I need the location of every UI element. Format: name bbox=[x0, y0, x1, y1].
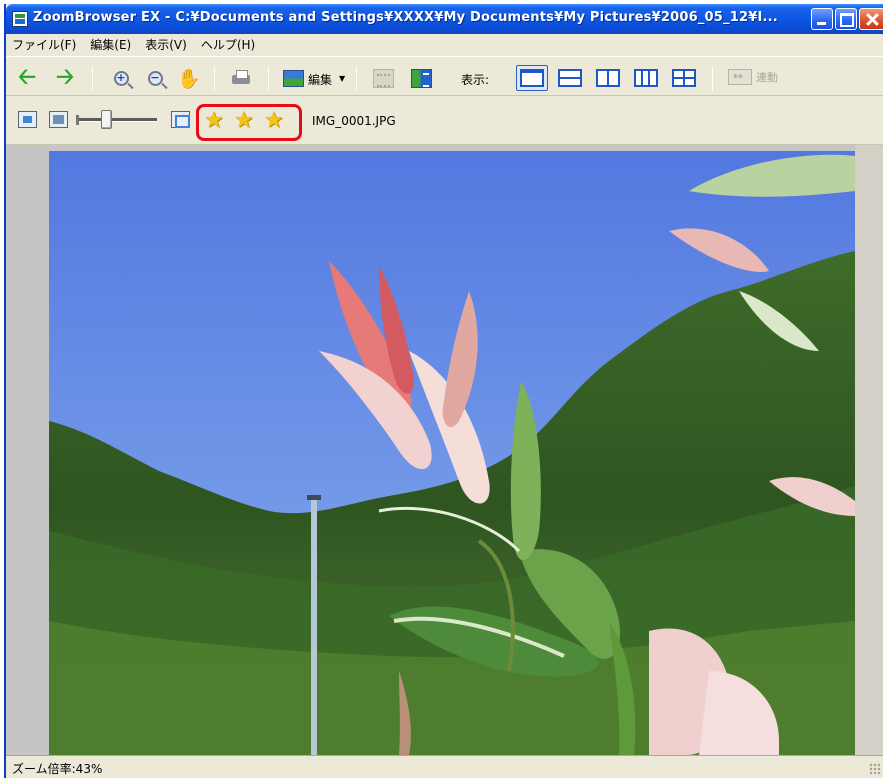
title-bar[interactable]: ZoomBrowser EX - C:¥Documents and Settin… bbox=[6, 4, 883, 34]
toolbar-separator bbox=[356, 67, 357, 91]
info-button[interactable] bbox=[410, 67, 432, 89]
single-view-icon bbox=[520, 69, 544, 87]
sync-label: 連動 bbox=[756, 71, 778, 84]
info-icon bbox=[410, 68, 432, 88]
image-viewer[interactable] bbox=[6, 145, 883, 755]
zoom-slider-handle[interactable] bbox=[101, 110, 112, 129]
back-button[interactable]: 🡠 bbox=[16, 67, 38, 89]
zoom-ratio-text: ズーム倍率:43% bbox=[12, 762, 103, 776]
star-icon[interactable]: ★ bbox=[234, 110, 254, 132]
menu-edit[interactable]: 編集(E) bbox=[90, 36, 131, 53]
horizontal-split-icon bbox=[558, 69, 582, 87]
toolbar-separator bbox=[712, 67, 713, 91]
zoom-out-button[interactable]: − bbox=[144, 67, 166, 89]
window-title: ZoomBrowser EX - C:¥Documents and Settin… bbox=[33, 10, 778, 25]
status-bar: ズーム倍率:43% bbox=[6, 755, 883, 778]
edit-menu-button[interactable] bbox=[282, 67, 304, 89]
photo bbox=[49, 151, 855, 755]
forward-button[interactable]: 🡢 bbox=[54, 67, 76, 89]
app-icon bbox=[12, 11, 28, 27]
app-window: ZoomBrowser EX - C:¥Documents and Settin… bbox=[4, 4, 883, 778]
menu-file[interactable]: ファイル(F) bbox=[12, 36, 76, 53]
main-toolbar: 🡠 🡢 + − ✋ 編集 ▼ 表示: ↔ 連動 bbox=[6, 56, 883, 96]
star-icon[interactable]: ★ bbox=[264, 110, 284, 132]
photo-image bbox=[49, 151, 855, 755]
image-toolbar: ★ ★ ★ IMG_0001.JPG bbox=[6, 97, 883, 145]
zoom-slider-track[interactable] bbox=[79, 118, 157, 122]
resize-grip[interactable] bbox=[869, 763, 881, 775]
sync-button[interactable]: 連動 bbox=[728, 69, 778, 85]
chevron-down-icon[interactable]: ▼ bbox=[339, 74, 345, 83]
zoom-in-icon: + bbox=[113, 70, 129, 86]
star-icon[interactable]: ★ bbox=[204, 110, 224, 132]
fit-window-icon[interactable] bbox=[18, 111, 37, 128]
frame-icon[interactable] bbox=[171, 111, 190, 128]
single-view-button[interactable] bbox=[516, 65, 548, 91]
zoom-out-icon: − bbox=[147, 70, 163, 86]
close-button[interactable] bbox=[859, 8, 883, 30]
quad-view-button[interactable] bbox=[668, 65, 700, 91]
hand-icon: ✋ bbox=[177, 67, 201, 90]
image-filename: IMG_0001.JPG bbox=[312, 114, 396, 128]
minimize-button[interactable] bbox=[811, 8, 833, 30]
hand-tool-button[interactable]: ✋ bbox=[177, 67, 201, 90]
menu-help[interactable]: ヘルプ(H) bbox=[201, 36, 255, 53]
display-mode-label: 表示: bbox=[461, 73, 490, 87]
viewer-right-border bbox=[855, 145, 883, 755]
forward-arrow-icon: 🡢 bbox=[56, 65, 74, 90]
zoom-in-button[interactable]: + bbox=[110, 67, 132, 89]
menu-view[interactable]: 表示(V) bbox=[145, 36, 187, 53]
slideshow-icon bbox=[372, 68, 394, 88]
print-button[interactable] bbox=[230, 67, 252, 89]
edit-button-label[interactable]: 編集 bbox=[308, 71, 332, 88]
three-column-icon bbox=[634, 69, 658, 87]
three-column-button[interactable] bbox=[630, 65, 662, 91]
toolbar-separator bbox=[268, 67, 269, 91]
toolbar-separator bbox=[214, 67, 215, 91]
printer-icon bbox=[230, 69, 252, 87]
actual-size-icon[interactable] bbox=[49, 111, 68, 128]
sync-icon bbox=[728, 69, 752, 85]
menu-bar: ファイル(F) 編集(E) 表示(V) ヘルプ(H) bbox=[6, 34, 883, 54]
back-arrow-icon: 🡠 bbox=[18, 65, 36, 90]
quad-view-icon bbox=[672, 69, 696, 87]
horizontal-split-button[interactable] bbox=[554, 65, 586, 91]
edit-image-icon bbox=[282, 69, 304, 87]
vertical-split-button[interactable] bbox=[592, 65, 624, 91]
maximize-button[interactable] bbox=[835, 8, 857, 30]
vertical-split-icon bbox=[596, 69, 620, 87]
slideshow-button[interactable] bbox=[372, 67, 394, 89]
toolbar-separator bbox=[92, 67, 93, 91]
